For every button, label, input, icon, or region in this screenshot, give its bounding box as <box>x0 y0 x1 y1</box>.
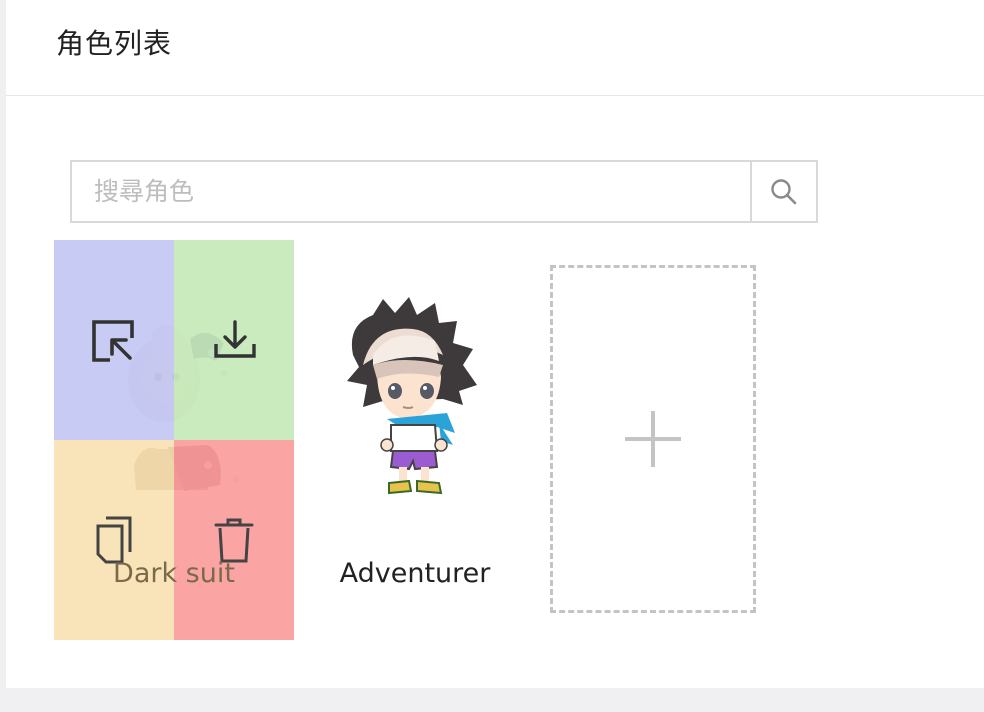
search-icon <box>771 178 797 204</box>
download-character-action[interactable] <box>174 240 294 440</box>
character-list-panel: 角色列表 搜尋角色 Dark suit Adventurer <box>6 0 984 688</box>
select-character-action[interactable] <box>54 240 174 440</box>
page-title: 角色列表 <box>56 27 173 60</box>
copy-character-action[interactable] <box>54 440 174 640</box>
trash-icon <box>214 518 254 563</box>
search-button[interactable] <box>750 162 816 221</box>
download-icon <box>214 320 256 358</box>
add-character-button[interactable] <box>550 265 756 613</box>
character-sprite <box>347 297 477 495</box>
header: 角色列表 <box>6 0 984 96</box>
select-icon <box>92 320 134 362</box>
character-card[interactable]: Adventurer <box>295 240 535 640</box>
character-card[interactable]: Dark suit <box>54 240 294 640</box>
character-name: Adventurer <box>339 558 491 589</box>
search-input[interactable] <box>72 162 750 221</box>
search-bar <box>70 160 818 223</box>
character-name: Dark suit <box>113 558 235 589</box>
delete-character-action[interactable] <box>174 440 294 640</box>
plus-icon <box>625 411 681 467</box>
